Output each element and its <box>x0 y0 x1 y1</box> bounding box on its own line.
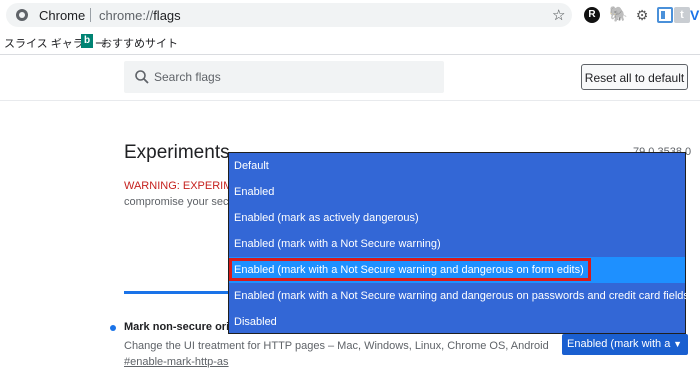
select-value: Enabled (mark with a <box>567 338 671 350</box>
page-title: Experiments <box>124 142 230 163</box>
evernote-icon[interactable]: 🐘 <box>609 7 628 23</box>
flag-state-select[interactable]: Enabled (mark with a ▼ <box>562 334 688 355</box>
url-text[interactable]: chrome://flags <box>99 8 181 23</box>
address-bar[interactable]: Chrome chrome://flags ☆ <box>6 3 572 27</box>
option-not-secure-warning[interactable]: Enabled (mark with a Not Secure warning) <box>229 231 685 257</box>
bing-icon[interactable]: b <box>81 34 93 48</box>
site-info-icon[interactable] <box>16 9 28 21</box>
bookmark-star-icon[interactable]: ☆ <box>552 6 565 24</box>
option-disabled[interactable]: Disabled <box>229 309 685 335</box>
search-flags-input[interactable]: Search flags <box>124 61 444 93</box>
url-host: flags <box>153 8 181 23</box>
extension-r-icon[interactable]: R <box>584 7 600 23</box>
extension-t-icon[interactable]: t <box>674 7 690 23</box>
chevron-down-icon: ▼ <box>673 339 682 349</box>
url-scheme: chrome:// <box>99 8 154 23</box>
option-dangerous-on-passwords[interactable]: Enabled (mark with a Not Secure warning … <box>229 283 693 309</box>
extension-tab-icon[interactable] <box>657 7 673 23</box>
tab-available-underline <box>124 291 234 294</box>
chrome-chip-label: Chrome <box>39 8 86 23</box>
extension-v-icon[interactable]: V <box>690 7 700 23</box>
bookmark-recommended-sites[interactable]: おすすめサイト <box>101 35 178 51</box>
browser-toolbar: Chrome chrome://flags ☆ R 🐘 ⚙ t V <box>0 0 700 30</box>
flag-description: Change the UI treatment for HTTP pages –… <box>124 340 549 352</box>
search-placeholder: Search flags <box>154 70 221 84</box>
search-icon <box>135 70 149 84</box>
flag-state-dropdown: Default Enabled Enabled (mark as activel… <box>228 152 693 335</box>
highlight-box <box>229 258 591 281</box>
option-default[interactable]: Default <box>229 153 685 179</box>
flag-anchor-link[interactable]: #enable-mark-http-as <box>124 356 229 368</box>
option-enabled[interactable]: Enabled <box>229 179 685 205</box>
flag-modified-dot-icon <box>110 325 116 331</box>
extension-gear-icon[interactable]: ⚙ <box>634 7 650 23</box>
reset-all-button[interactable]: Reset all to default <box>581 64 688 90</box>
omnibox-separator <box>90 8 91 22</box>
option-actively-dangerous[interactable]: Enabled (mark as actively dangerous) <box>229 205 685 231</box>
